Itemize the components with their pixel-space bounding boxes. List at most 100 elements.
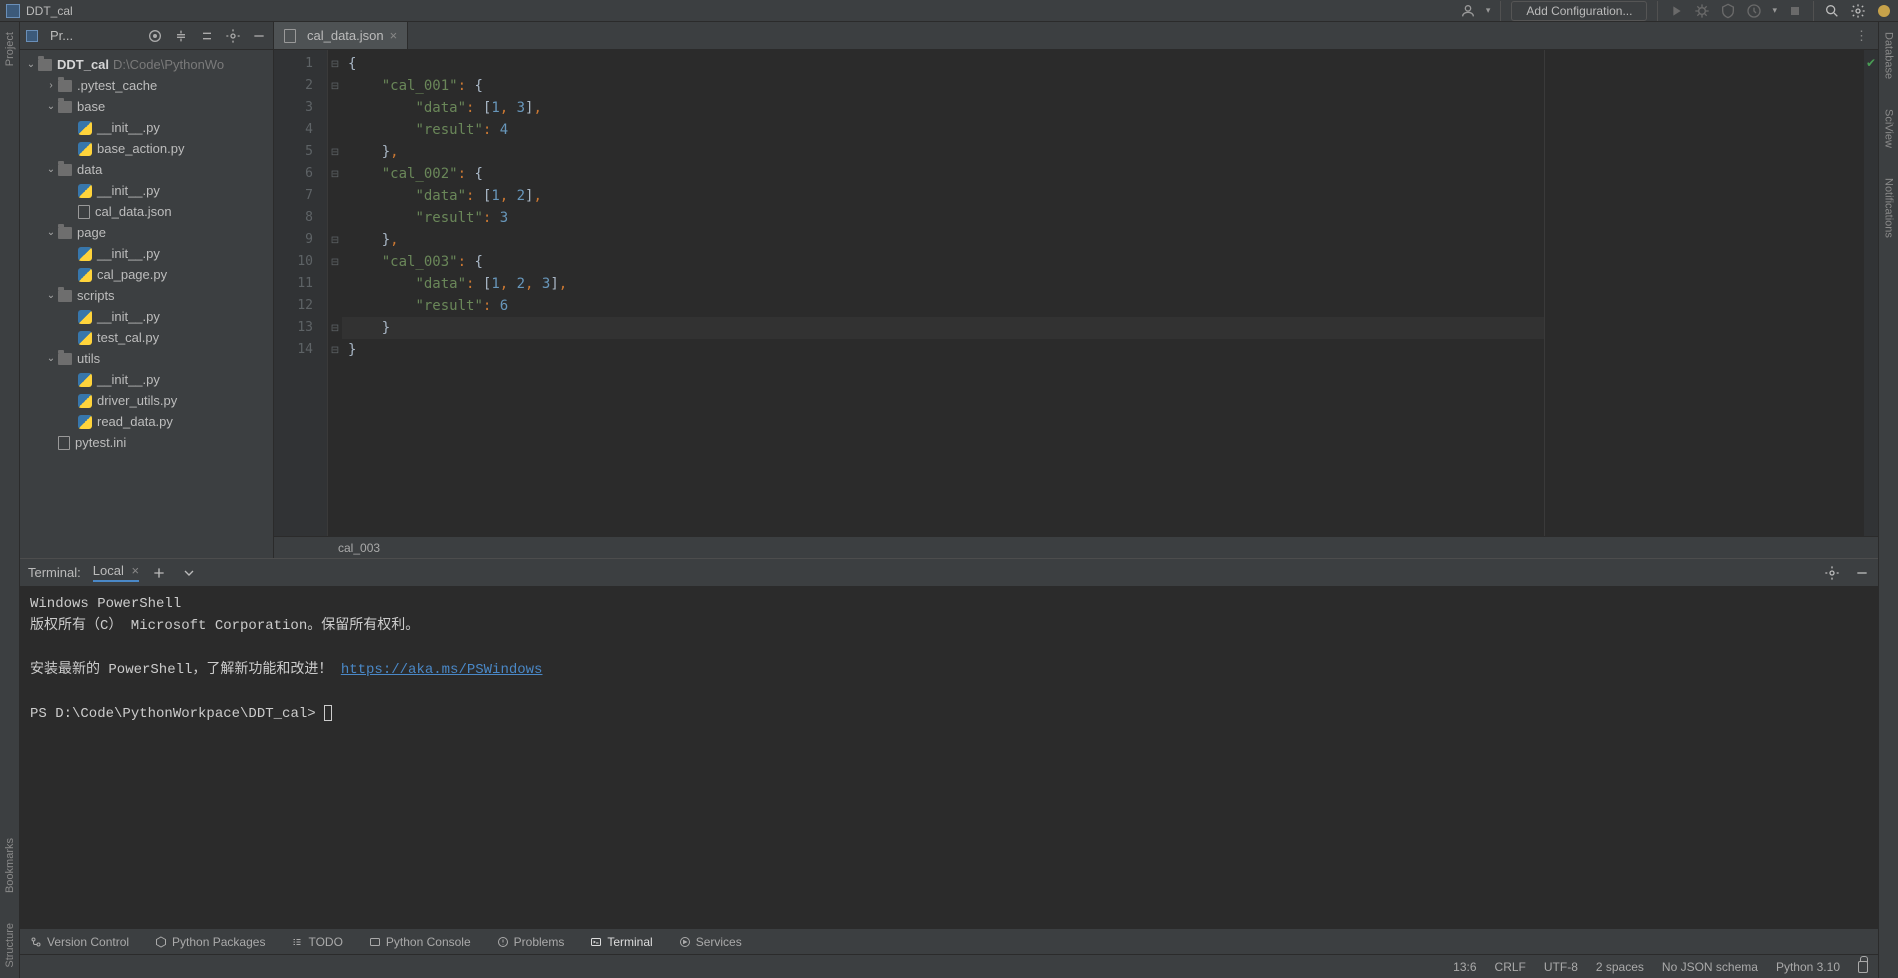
services-icon xyxy=(679,936,691,948)
close-tab-icon[interactable]: × xyxy=(390,28,398,43)
tree-row[interactable]: base_action.py xyxy=(20,138,273,159)
tree-row[interactable]: test_cal.py xyxy=(20,327,273,348)
tree-root[interactable]: ⌄ DDT_cal D:\Code\PythonWo xyxy=(20,54,273,75)
tree-row[interactable]: ⌄data xyxy=(20,159,273,180)
tree-row[interactable]: __init__.py xyxy=(20,306,273,327)
tool-bookmarks[interactable]: Bookmarks xyxy=(4,838,16,893)
project-icon xyxy=(26,30,38,42)
new-terminal-icon[interactable] xyxy=(151,565,167,581)
encoding[interactable]: UTF-8 xyxy=(1544,960,1578,974)
terminal-settings-icon[interactable] xyxy=(1824,565,1840,581)
tree-row[interactable]: driver_utils.py xyxy=(20,390,273,411)
code-line[interactable]: "data": [1, 3], xyxy=(342,97,1544,119)
tab-problems[interactable]: Problems xyxy=(497,935,565,949)
code-line[interactable]: "cal_002": { xyxy=(342,163,1544,185)
breadcrumb[interactable]: cal_003 xyxy=(274,536,1878,558)
collapse-all-icon[interactable] xyxy=(199,28,215,44)
code-line[interactable]: }, xyxy=(342,229,1544,251)
locate-icon[interactable] xyxy=(147,28,163,44)
terminal-link[interactable]: https://aka.ms/PSWindows xyxy=(341,662,543,678)
root-name: DDT_cal xyxy=(57,57,109,72)
tree-row[interactable]: __init__.py xyxy=(20,243,273,264)
tab-version-control[interactable]: Version Control xyxy=(30,935,129,949)
settings-icon[interactable] xyxy=(1850,3,1866,19)
code-line[interactable]: }, xyxy=(342,141,1544,163)
chevron-down-icon[interactable]: ⌄ xyxy=(46,290,56,301)
chevron-down-icon[interactable]: ⌄ xyxy=(46,227,56,238)
run-icon[interactable] xyxy=(1668,3,1684,19)
tree-row[interactable]: pytest.ini xyxy=(20,432,273,453)
lock-icon[interactable] xyxy=(1858,961,1868,973)
chevron-down-icon[interactable]: ⌄ xyxy=(46,164,56,175)
tree-row[interactable]: ›.pytest_cache xyxy=(20,75,273,96)
tree-row[interactable]: __init__.py xyxy=(20,180,273,201)
tree-row[interactable]: ⌄base xyxy=(20,96,273,117)
tree-row[interactable]: cal_page.py xyxy=(20,264,273,285)
tree-row[interactable]: ⌄utils xyxy=(20,348,273,369)
expand-all-icon[interactable] xyxy=(173,28,189,44)
code-line[interactable]: "data": [1, 2, 3], xyxy=(342,273,1544,295)
tree-row[interactable]: __init__.py xyxy=(20,117,273,138)
todo-icon xyxy=(291,936,303,948)
code-line[interactable]: "result": 3 xyxy=(342,207,1544,229)
panel-settings-icon[interactable] xyxy=(225,28,241,44)
tool-project[interactable]: Project xyxy=(4,32,16,66)
breadcrumb-item[interactable]: cal_003 xyxy=(338,541,380,555)
indent[interactable]: 2 spaces xyxy=(1596,960,1644,974)
user-icon[interactable] xyxy=(1460,3,1476,19)
code-body[interactable]: 1234567891011121314 ⊟⊟⊟⊟⊟⊟⊟⊟ { "cal_001"… xyxy=(274,50,1878,536)
tool-database[interactable]: Database xyxy=(1883,32,1895,79)
tab-services[interactable]: Services xyxy=(679,935,742,949)
tree-row[interactable]: read_data.py xyxy=(20,411,273,432)
chevron-down-icon[interactable]: ⌄ xyxy=(46,101,56,112)
editor-tab-cal-data[interactable]: cal_data.json × xyxy=(274,22,408,49)
tab-todo[interactable]: TODO xyxy=(291,935,342,949)
terminal-tab-local[interactable]: Local × xyxy=(93,563,139,582)
tool-sciview[interactable]: SciView xyxy=(1883,109,1895,148)
terminal-dropdown-icon[interactable] xyxy=(181,565,197,581)
profile-caret[interactable]: ▾ xyxy=(1772,5,1777,16)
line-separator[interactable]: CRLF xyxy=(1495,960,1526,974)
code-line[interactable]: } xyxy=(342,339,1544,361)
tool-notifications[interactable]: Notifications xyxy=(1883,178,1895,238)
code-line[interactable]: { xyxy=(342,53,1544,75)
cursor-position[interactable]: 13:6 xyxy=(1453,960,1476,974)
code-line[interactable]: "cal_001": { xyxy=(342,75,1544,97)
editor-tabs-more[interactable]: ⋮ xyxy=(1845,22,1878,49)
code-line[interactable]: "result": 6 xyxy=(342,295,1544,317)
terminal-body[interactable]: Windows PowerShell 版权所有（C） Microsoft Cor… xyxy=(20,587,1878,928)
code-line[interactable]: } xyxy=(342,317,1544,339)
tree-row[interactable]: ⌄page xyxy=(20,222,273,243)
py-icon xyxy=(78,142,92,156)
editor-right-margin xyxy=(1544,50,1864,536)
stop-icon[interactable] xyxy=(1787,3,1803,19)
close-terminal-tab-icon[interactable]: × xyxy=(131,563,139,578)
project-tree[interactable]: ⌄ DDT_cal D:\Code\PythonWo ›.pytest_cach… xyxy=(20,50,273,558)
fold-gutter[interactable]: ⊟⊟⊟⊟⊟⊟⊟⊟ xyxy=(328,50,342,536)
hide-panel-icon[interactable] xyxy=(251,28,267,44)
code-line[interactable]: "data": [1, 2], xyxy=(342,185,1544,207)
add-configuration-button[interactable]: Add Configuration... xyxy=(1511,1,1647,21)
code-lines[interactable]: { "cal_001": { "data": [1, 3], "result":… xyxy=(342,50,1544,536)
hide-terminal-icon[interactable] xyxy=(1854,565,1870,581)
debug-icon[interactable] xyxy=(1694,3,1710,19)
tool-structure[interactable]: Structure xyxy=(4,923,16,968)
chevron-down-icon[interactable]: ⌄ xyxy=(26,59,36,70)
code-line[interactable]: "result": 4 xyxy=(342,119,1544,141)
interpreter[interactable]: Python 3.10 xyxy=(1776,960,1840,974)
search-icon[interactable] xyxy=(1824,3,1840,19)
tab-python-packages[interactable]: Python Packages xyxy=(155,935,265,949)
user-menu-caret[interactable]: ▾ xyxy=(1486,5,1491,16)
code-line[interactable]: "cal_003": { xyxy=(342,251,1544,273)
tree-row[interactable]: ⌄scripts xyxy=(20,285,273,306)
profile-icon[interactable] xyxy=(1746,3,1762,19)
json-schema[interactable]: No JSON schema xyxy=(1662,960,1758,974)
chevron-down-icon[interactable]: ⌄ xyxy=(46,353,56,364)
tab-terminal[interactable]: Terminal xyxy=(590,935,652,949)
chevron-right-icon[interactable]: › xyxy=(46,80,56,91)
coverage-icon[interactable] xyxy=(1720,3,1736,19)
tab-python-console[interactable]: Python Console xyxy=(369,935,471,949)
ide-updates-icon[interactable] xyxy=(1876,3,1892,19)
tree-row[interactable]: __init__.py xyxy=(20,369,273,390)
tree-row[interactable]: cal_data.json xyxy=(20,201,273,222)
